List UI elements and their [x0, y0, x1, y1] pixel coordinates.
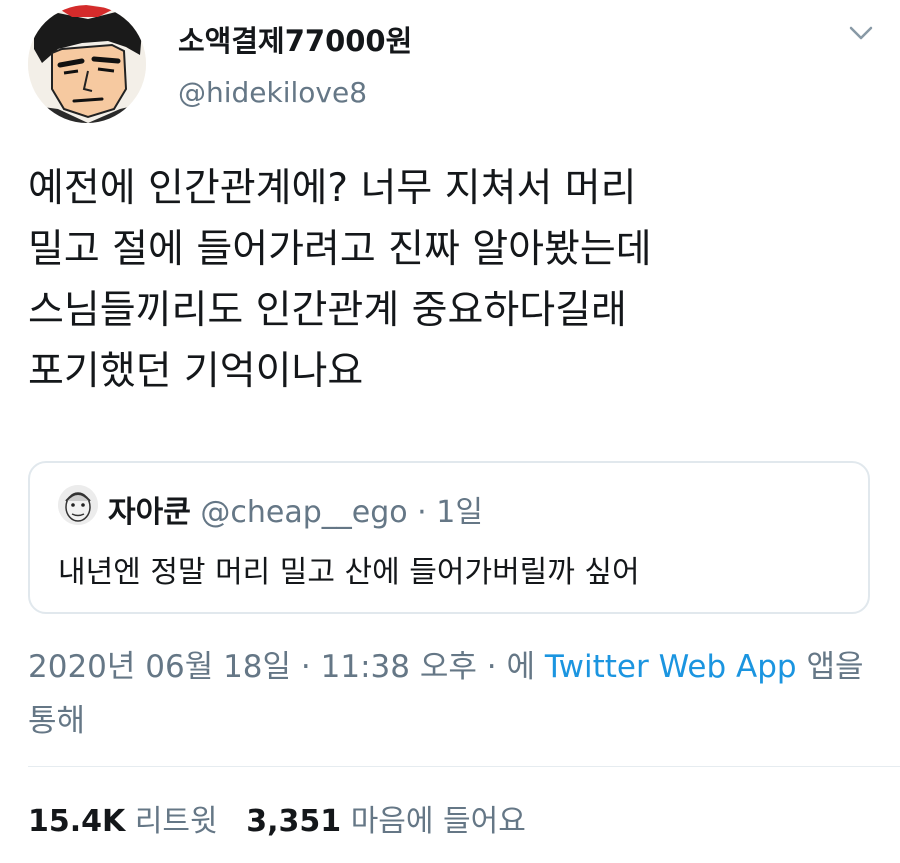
quoted-author-handle[interactable]: @cheap__ego: [200, 495, 407, 530]
quoted-tweet-card[interactable]: 자아쿤 @cheap__ego · 1일 내년엔 정말 머리 밀고 산에 들어가…: [28, 461, 870, 614]
cartoon-face-avatar-icon: [58, 485, 98, 525]
likes-label: 마음에 들어요: [350, 804, 526, 839]
divider: [28, 766, 900, 767]
separator-dot: ·: [486, 649, 497, 685]
likes-stat[interactable]: 3,351 마음에 들어요: [246, 804, 526, 839]
separator-dot: ·: [417, 495, 427, 530]
author-handle[interactable]: @hidekilove8: [178, 76, 367, 109]
quoted-tweet-time[interactable]: 1일: [436, 495, 483, 530]
tweet-text-line: 밀고 절에 들어가려고 진짜 알아봤는데: [28, 227, 652, 272]
tweet-text-line: 스님들끼리도 인간관계 중요하다길래: [28, 288, 627, 333]
tweet-text: 예전에 인간관계에? 너무 지쳐서 머리 밀고 절에 들어가려고 진짜 알아봤는…: [28, 158, 878, 402]
tweet-text-line: 포기했던 기억이나요: [28, 349, 364, 394]
retweets-count: 15.4K: [28, 804, 126, 839]
tweet-metadata: 2020년 06월 18일 · 11:38 오후 · 에 Twitter Web…: [28, 640, 868, 748]
separator-dot: ·: [300, 649, 311, 685]
retweets-label: 리트윗: [134, 804, 218, 839]
tweet-text-line: 예전에 인간관계에? 너무 지쳐서 머리: [28, 166, 637, 211]
likes-count: 3,351: [246, 804, 342, 839]
via-prefix: 에: [506, 649, 535, 685]
quoted-author-avatar[interactable]: [58, 485, 98, 525]
tweet-stats: 15.4K 리트윗 3,351 마음에 들어요: [28, 796, 526, 840]
retweets-stat[interactable]: 15.4K 리트윗: [28, 804, 227, 839]
tweet-time[interactable]: 11:38 오후: [321, 649, 477, 685]
cartoon-man-avatar-icon: [28, 5, 146, 123]
source-app-link[interactable]: Twitter Web App: [545, 649, 797, 685]
author-avatar[interactable]: [28, 5, 146, 123]
chevron-down-icon[interactable]: [848, 24, 874, 42]
author-display-name[interactable]: 소액결제77000원: [178, 18, 412, 60]
quoted-author-name[interactable]: 자아쿤: [108, 495, 191, 530]
tweet-date[interactable]: 2020년 06월 18일: [28, 649, 291, 685]
quoted-tweet-header: 자아쿤 @cheap__ego · 1일: [108, 487, 483, 531]
quoted-tweet-text: 내년엔 정말 머리 밀고 산에 들어가버릴까 싶어: [58, 555, 640, 590]
